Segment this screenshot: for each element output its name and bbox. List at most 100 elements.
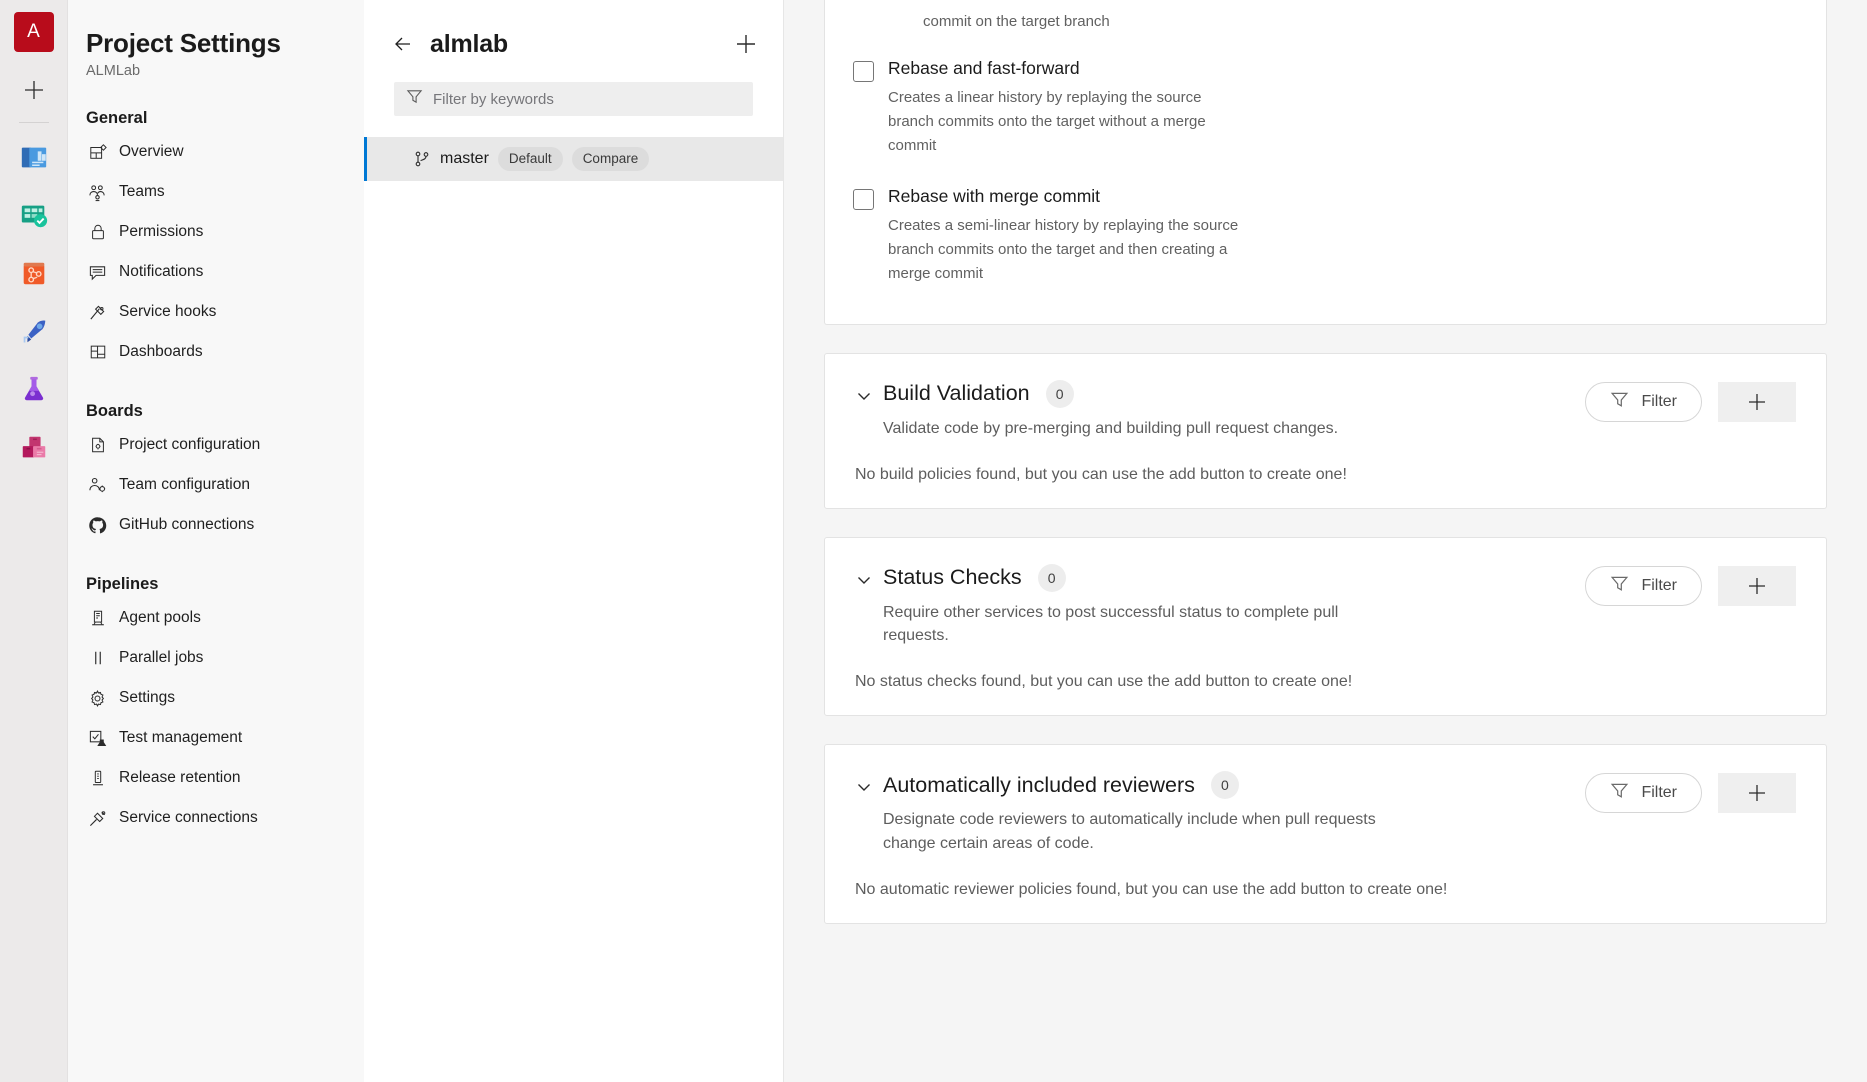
add-build-policy-button[interactable] [1718, 381, 1796, 422]
section-title: Status Checks [883, 565, 1022, 590]
sidebar-item-label: GitHub connections [119, 516, 255, 533]
filter-button[interactable]: Filter [1585, 381, 1702, 422]
section-body: Automatically included reviewers 0 Desig… [877, 771, 1585, 854]
policy-count-badge: 0 [1210, 771, 1239, 800]
clipped-desc-line: commit on the target branch [923, 13, 1110, 30]
checkbox-rebase-merge-commit[interactable] [853, 188, 874, 210]
automatic-reviewers-card: Automatically included reviewers 0 Desig… [824, 744, 1827, 924]
add-branch-policy-button[interactable] [731, 29, 761, 59]
sidebar-item-teams[interactable]: Teams [68, 172, 364, 212]
merge-option-rebase-fast-forward[interactable]: Rebase and fast-forward Creates a linear… [853, 52, 1798, 158]
sidebar-item-notifications[interactable]: Notifications [68, 252, 364, 292]
organization-avatar[interactable]: A [13, 12, 54, 52]
dashboards-icon [88, 343, 107, 362]
empty-state-message: No automatic reviewer policies found, bu… [855, 880, 1448, 898]
filter-button[interactable]: Filter [1585, 565, 1702, 606]
sidebar-item-service-hooks[interactable]: Service hooks [68, 292, 364, 332]
sidebar-item-label: Project configuration [119, 436, 261, 453]
sidebar-item-label: Team configuration [119, 476, 250, 493]
rail-item-repos[interactable] [14, 253, 54, 293]
sidebar-item-label: Permissions [119, 223, 204, 240]
rail-item-test-plans[interactable] [14, 369, 54, 409]
add-automatic-reviewer-button[interactable] [1718, 773, 1796, 814]
sidebar-item-label: Test management [119, 729, 243, 746]
service-connections-icon [88, 809, 107, 828]
github-icon [88, 516, 107, 535]
page-title: Project Settings [86, 28, 281, 58]
chevron-down-icon[interactable] [855, 387, 877, 405]
section-description: Designate code reviewers to automaticall… [883, 811, 1376, 852]
build-validation-section: Build Validation 0 Validate code by pre-… [825, 354, 1826, 508]
add-status-check-button[interactable] [1718, 565, 1796, 606]
sidebar-item-team-configuration[interactable]: Team configuration [68, 465, 364, 505]
plus-icon [1749, 785, 1765, 802]
sidebar-item-overview[interactable]: Overview [68, 132, 364, 172]
gear-icon [88, 689, 107, 708]
sidebar-item-service-connections[interactable]: Service connections [68, 798, 364, 838]
filter-funnel-icon [1610, 390, 1629, 414]
sidebar-item-settings[interactable]: Settings [68, 678, 364, 718]
branch-badge-compare[interactable]: Compare [571, 147, 650, 171]
sidebar-item-project-configuration[interactable]: Project configuration [68, 425, 364, 465]
new-item-button[interactable] [14, 70, 54, 110]
service-rail: A [0, 0, 68, 1082]
branch-filter-box[interactable] [394, 82, 753, 116]
rail-item-overview[interactable] [14, 137, 54, 177]
rail-item-artifacts[interactable] [14, 427, 54, 467]
sidebar-item-label: Settings [119, 689, 176, 706]
section-description: Validate code by pre-merging and buildin… [883, 419, 1339, 437]
chevron-down-icon[interactable] [855, 571, 877, 589]
branch-filter-input[interactable] [433, 90, 741, 108]
checkbox-rebase-fast-forward[interactable] [853, 61, 874, 82]
rail-divider [18, 122, 49, 123]
sidebar-item-agent-pools[interactable]: Agent pools [68, 598, 364, 638]
sidebar-item-test-management[interactable]: Test management [68, 718, 364, 758]
section-title: Build Validation [883, 381, 1030, 406]
plus-icon [24, 81, 43, 99]
status-checks-card: Status Checks 0 Require other services t… [824, 536, 1827, 717]
sidebar-item-label: Teams [119, 183, 165, 200]
section-actions: Filter [1585, 381, 1796, 422]
team-configuration-icon [88, 476, 107, 495]
build-validation-card: Build Validation 0 Validate code by pre-… [824, 352, 1827, 509]
back-button[interactable] [390, 30, 418, 58]
sidebar-item-release-retention[interactable]: Release retention [68, 758, 364, 798]
parallel-jobs-icon [88, 649, 107, 668]
sidebar-item-permissions[interactable]: Permissions [68, 212, 364, 252]
empty-state-message: No status checks found, but you can use … [855, 673, 1353, 691]
back-arrow-icon [395, 37, 410, 51]
policy-count-badge: 0 [1045, 379, 1074, 408]
sidebar-item-github-connections[interactable]: GitHub connections [68, 505, 364, 545]
branch-name: master [440, 150, 489, 167]
sidebar-item-dashboards[interactable]: Dashboards [68, 332, 364, 372]
branch-row-master[interactable]: master Default Compare [364, 137, 783, 181]
policy-count-badge: 0 [1037, 563, 1066, 592]
boards-service-icon [21, 205, 47, 228]
agent-pools-icon [88, 609, 107, 628]
rail-item-boards[interactable] [14, 195, 54, 235]
project-name: ALMLab [86, 63, 141, 79]
section-title-line: Build Validation 0 [883, 379, 1585, 408]
section-title: Automatically included reviewers [883, 772, 1195, 797]
filter-funnel-icon [1610, 781, 1629, 805]
empty-state-message: No build policies found, but you can use… [855, 465, 1347, 483]
lock-icon [88, 223, 107, 242]
sidebar-item-parallel-jobs[interactable]: Parallel jobs [68, 638, 364, 678]
rail-item-pipelines[interactable] [14, 311, 54, 351]
filter-button[interactable]: Filter [1585, 773, 1702, 814]
project-settings-sidebar: Project Settings ALMLab General Overview… [68, 0, 364, 1082]
filter-button-label: Filter [1641, 576, 1677, 594]
section-title-line: Status Checks 0 [883, 563, 1585, 592]
sidebar-group-general: General [86, 109, 148, 127]
sidebar-item-label: Service hooks [119, 303, 217, 320]
section-header: Build Validation 0 Validate code by pre-… [855, 379, 1796, 440]
teams-icon [88, 183, 107, 202]
merge-strategies-card: commit on the target branch Rebase and f… [824, 0, 1827, 325]
test-management-icon [88, 729, 107, 748]
organization-initial: A [27, 21, 40, 42]
merge-option-rebase-merge-commit[interactable]: Rebase with merge commit Creates a semi-… [853, 180, 1798, 324]
repository-title: almlab [430, 29, 508, 58]
plus-icon [1749, 577, 1765, 594]
chevron-down-icon[interactable] [855, 778, 877, 796]
policies-content: commit on the target branch Rebase and f… [784, 0, 1867, 1082]
